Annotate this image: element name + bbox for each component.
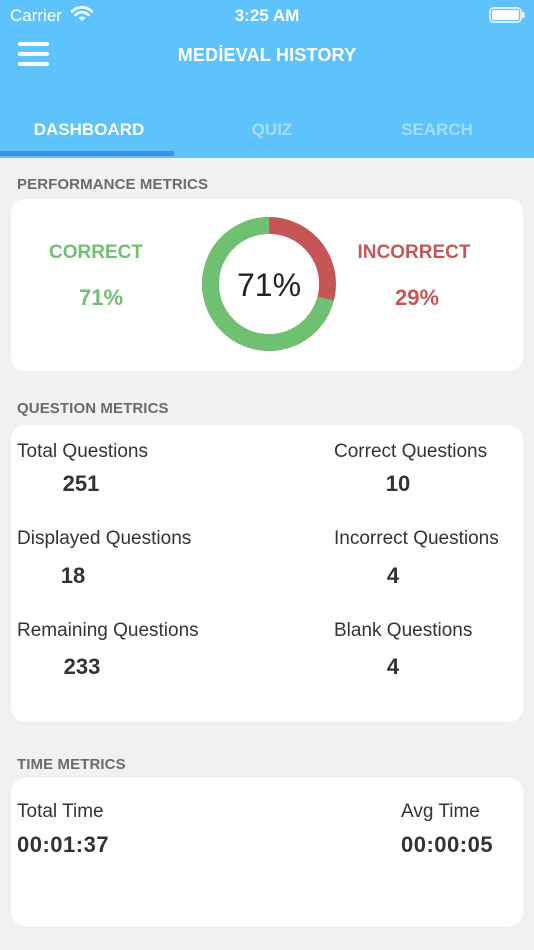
incorrect-questions-value: 4 (386, 563, 400, 588)
status-time: 3:25 AM (234, 6, 300, 25)
app-title: MEDİEVAL HISTORY (177, 45, 357, 65)
correct-label: CORRECT (49, 242, 143, 263)
app-header: Carrier 3:25 AM MEDİEVAL HISTORY DASHBOA… (0, 0, 534, 158)
performance-card: CORRECT 71% 71% INCORRECT 29% (11, 199, 523, 371)
total-time-value: 00:01:37 (17, 832, 110, 857)
active-tab-indicator (0, 151, 174, 156)
correct-value: 71% (78, 285, 124, 310)
displayed-questions-value: 18 (60, 563, 86, 588)
question-metrics-card: Total Questions 251 Correct Questions 10… (11, 425, 523, 722)
tab-search[interactable]: SEARCH (348, 120, 526, 142)
total-questions-label: Total Questions (17, 441, 148, 462)
correct-questions-label: Correct Questions (334, 441, 488, 462)
total-questions-value: 251 (62, 471, 100, 496)
displayed-questions-label: Displayed Questions (17, 528, 192, 549)
tab-quiz[interactable]: QUIZ (183, 120, 361, 142)
performance-metrics-title: PERFORMANCE METRICS (17, 176, 209, 193)
time-metrics-card: Total Time 00:01:37 Avg Time 00:00:05 (11, 778, 523, 926)
blank-questions-label: Blank Questions (334, 620, 473, 641)
incorrect-value: 29% (394, 285, 440, 310)
battery-icon (489, 7, 525, 23)
donut-center-label: 71% (237, 267, 301, 303)
tab-dashboard[interactable]: DASHBOARD (0, 120, 178, 142)
incorrect-questions-label: Incorrect Questions (334, 528, 499, 549)
avg-time-label: Avg Time (401, 801, 480, 822)
avg-time-value: 00:00:05 (401, 832, 494, 857)
total-time-label: Total Time (17, 801, 104, 822)
blank-questions-value: 4 (386, 654, 400, 679)
correct-questions-value: 10 (385, 471, 411, 496)
performance-donut-chart: 71% (202, 217, 336, 351)
status-bar: Carrier 3:25 AM (0, 0, 534, 30)
remaining-questions-value: 233 (63, 654, 101, 679)
remaining-questions-label: Remaining Questions (17, 620, 199, 641)
incorrect-label: INCORRECT (357, 242, 471, 263)
question-metrics-title: QUESTION METRICS (17, 400, 169, 417)
time-metrics-title: TIME METRICS (17, 756, 126, 773)
